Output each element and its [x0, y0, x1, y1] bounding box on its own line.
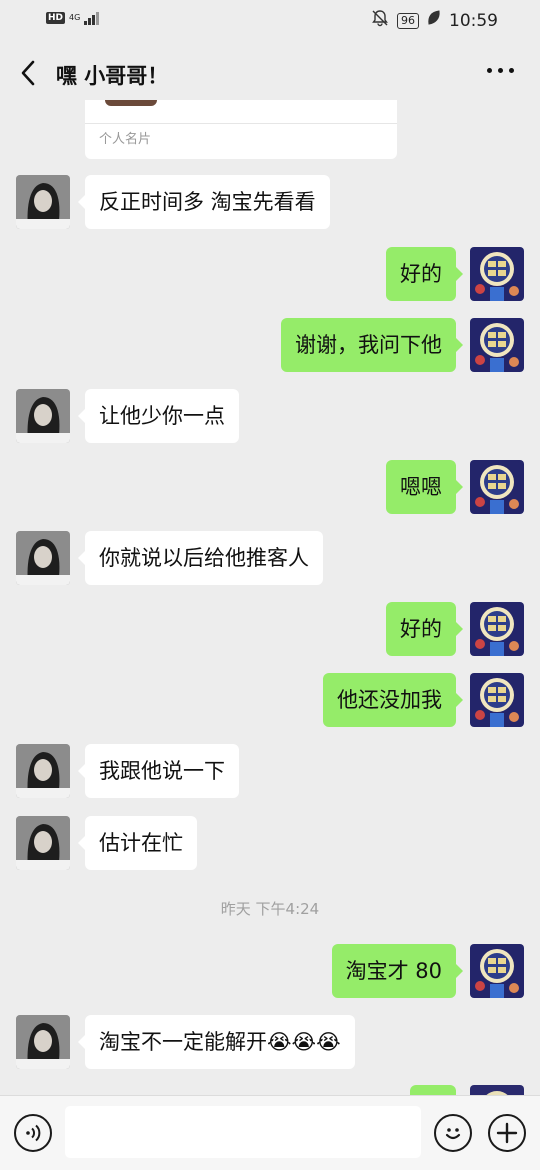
outgoing-message-bubble[interactable]: 好的: [386, 247, 463, 301]
incoming-message-bubble[interactable]: 淘宝不一定能解开😭😭😭: [78, 1015, 355, 1069]
battery-icon: 96: [397, 12, 419, 29]
incoming-message-bubble[interactable]: 你就说以后给他推客人: [78, 531, 323, 585]
contact-avatar[interactable]: [16, 175, 70, 229]
message-list[interactable]: 个人名片 反正时间多 淘宝先看看 好的 谢谢，我问下他 让他少你一点 嗯嗯 你就说以后给他…: [0, 100, 540, 1095]
signal-icon: [84, 11, 100, 25]
message-input[interactable]: [65, 1106, 421, 1158]
contact-avatar[interactable]: [16, 531, 70, 585]
contact-card-photo: [105, 100, 157, 106]
emoji-icon: [445, 1128, 461, 1140]
outgoing-message-bubble[interactable]: 谢谢，我问下他: [281, 318, 463, 372]
my-avatar[interactable]: [470, 318, 524, 372]
input-bar: [0, 1095, 540, 1170]
hd-indicator: HD: [46, 12, 66, 24]
incoming-message-bubble[interactable]: 反正时间多 淘宝先看看: [78, 175, 330, 229]
incoming-message-bubble[interactable]: 让他少你一点: [78, 389, 239, 443]
network-type: 4G: [69, 13, 81, 22]
incoming-message-bubble[interactable]: 我跟他说一下: [78, 744, 239, 798]
more-button[interactable]: [487, 68, 514, 73]
contact-card[interactable]: 个人名片: [85, 100, 397, 159]
voice-icon: [26, 1124, 41, 1142]
status-bar: HD 4G 96 10:59: [0, 0, 540, 40]
chat-header: 嘿 小哥哥！: [0, 40, 540, 108]
more-dots-icon: [487, 68, 492, 73]
outgoing-message-bubble[interactable]: 嗯嗯: [386, 460, 463, 514]
contact-avatar[interactable]: [16, 744, 70, 798]
back-button[interactable]: [14, 57, 42, 89]
add-button[interactable]: [488, 1114, 526, 1152]
leaf-icon: [427, 10, 441, 31]
outgoing-message-bubble[interactable]: 好的: [386, 602, 463, 656]
outgoing-message-bubble[interactable]: 他还没加我: [323, 673, 463, 727]
chevron-left-icon: [21, 60, 35, 86]
chat-title: 嘿 小哥哥！: [56, 64, 169, 88]
contact-avatar[interactable]: [16, 1015, 70, 1069]
incoming-message-bubble[interactable]: 估计在忙: [78, 816, 197, 870]
message-bubble-partial[interactable]: [410, 1085, 456, 1095]
my-avatar[interactable]: [470, 944, 524, 998]
divider: [85, 123, 397, 124]
outgoing-message-bubble[interactable]: 淘宝才 80: [331, 944, 464, 998]
my-avatar[interactable]: [470, 602, 524, 656]
plus-icon: [496, 1122, 518, 1144]
voice-button[interactable]: [14, 1114, 52, 1152]
contact-avatar[interactable]: [16, 816, 70, 870]
clock-time: 10:59: [449, 10, 498, 31]
contact-avatar[interactable]: [16, 389, 70, 443]
my-avatar[interactable]: [470, 247, 524, 301]
my-avatar[interactable]: [470, 1085, 524, 1095]
my-avatar[interactable]: [470, 673, 524, 727]
contact-card-label: 个人名片: [99, 132, 152, 147]
emoji-button[interactable]: [434, 1114, 472, 1152]
mute-bell-icon: [371, 9, 389, 32]
my-avatar[interactable]: [470, 460, 524, 514]
message-timestamp: 昨天 下午4:24: [220, 900, 320, 918]
